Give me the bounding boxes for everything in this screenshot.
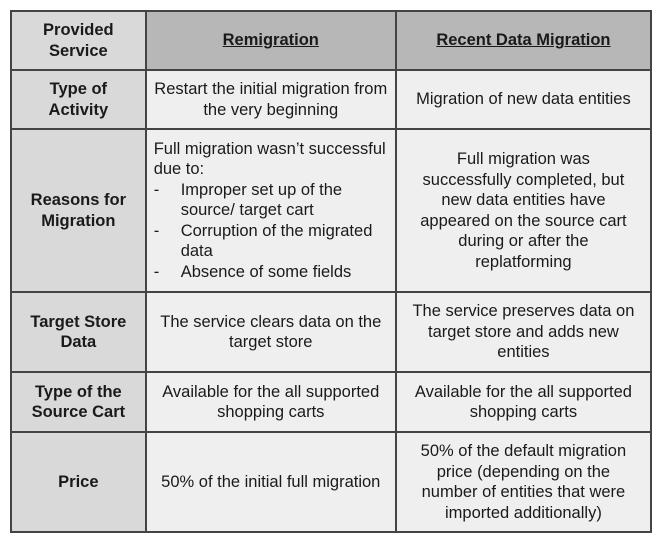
row-label-reasons: Reasons for Migration [10,128,147,293]
table-row: Reasons for Migration Full migration was… [10,128,653,293]
table-row: Target Store Data The service clears dat… [10,291,653,373]
cell-recent-source-cart: Available for the all supported shopping… [394,371,653,433]
header-provided-service: Provided Service [10,10,147,71]
cell-remigration-source-cart: Available for the all supported shopping… [144,371,397,433]
header-recent-data-migration: Recent Data Migration [394,10,653,71]
header-row: Provided Service Remigration Recent Data… [10,10,653,71]
cell-remigration-price: 50% of the initial full migration [144,431,397,533]
reason-item: Improper set up of the source/ target ca… [154,180,389,221]
table-row: Type of the Source Cart Available for th… [10,371,653,433]
cell-recent-reasons: Full migration was successfully complete… [394,128,653,293]
reason-item: Corruption of the migrated data [154,221,389,262]
row-label-target-store-data: Target Store Data [10,291,147,373]
table-row: Type of Activity Restart the initial mig… [10,69,653,130]
comparison-table: Provided Service Remigration Recent Data… [10,10,653,533]
cell-remigration-reasons: Full migration wasn’t successful due to:… [144,128,397,293]
reason-item: Absence of some fields [154,262,389,283]
row-label-type-of-activity: Type of Activity [10,69,147,130]
cell-recent-target-store: The service preserves data on target sto… [394,291,653,373]
row-label-source-cart: Type of the Source Cart [10,371,147,433]
cell-recent-activity: Migration of new data entities [394,69,653,130]
row-label-price: Price [10,431,147,533]
reasons-list: Improper set up of the source/ target ca… [154,180,389,283]
reasons-intro: Full migration wasn’t successful due to: [153,139,386,179]
cell-recent-price: 50% of the default migration price (depe… [394,431,653,533]
header-remigration: Remigration [144,10,397,71]
cell-remigration-target-store: The service clears data on the target st… [144,291,397,373]
cell-remigration-activity: Restart the initial migration from the v… [144,69,397,130]
table-row: Price 50% of the initial full migration … [10,431,653,533]
